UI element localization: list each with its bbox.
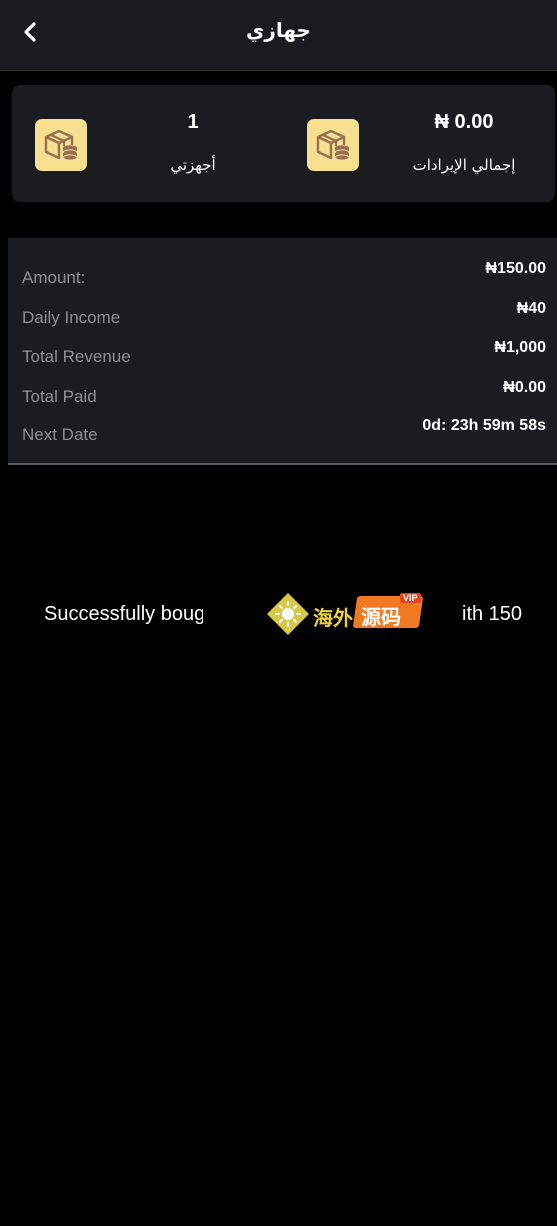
detail-value: 0d: 23h 59m 58s	[422, 417, 546, 434]
detail-value: ₦150.00	[485, 260, 547, 277]
watermark-text-2: 源码	[361, 605, 401, 629]
summary-card: 1 أجهزتي ₦ 0.00 إجمالي الإيرادات	[12, 85, 555, 202]
total-revenue-value: ₦ 0.00	[434, 111, 494, 133]
devices-count: 1	[187, 111, 199, 133]
vip-badge: VIP	[400, 593, 421, 603]
product-details: Amount: ₦150.00 Daily Income ₦40 Total R…	[8, 238, 557, 465]
detail-value: ₦0.00	[503, 379, 546, 396]
page-title: جهازي	[246, 18, 311, 42]
toast-text-right: ith 150	[462, 603, 523, 625]
toast-text-left: Successfully boug	[44, 603, 206, 625]
detail-label: Daily Income	[22, 308, 121, 327]
box-coins-icon	[35, 119, 87, 171]
detail-value: ₦1,000	[494, 339, 546, 356]
detail-label: Amount:	[22, 268, 86, 287]
detail-row: Total Paid ₦0.00	[8, 379, 557, 409]
devices-label: أجهزتي	[170, 156, 216, 174]
total-revenue-label: إجمالي الإيرادات	[412, 156, 516, 174]
detail-value: ₦40	[516, 300, 546, 317]
detail-row: Daily Income ₦40	[8, 300, 557, 330]
detail-row: Next Date 0d: 23h 59m 58s	[8, 417, 557, 447]
detail-row: Amount: ₦150.00	[8, 260, 557, 290]
detail-label: Next Date	[22, 425, 98, 444]
watermark-text-1: 海外	[313, 606, 353, 630]
box-coins-icon	[307, 119, 359, 171]
app-header: جهازي	[0, 0, 557, 71]
detail-label: Total Revenue	[22, 347, 131, 366]
detail-label: Total Paid	[22, 387, 97, 406]
detail-row: Total Revenue ₦1,000	[8, 339, 557, 369]
sun-badge-icon	[267, 593, 309, 635]
watermark-logo: 海外 源码 VIP	[203, 588, 433, 640]
